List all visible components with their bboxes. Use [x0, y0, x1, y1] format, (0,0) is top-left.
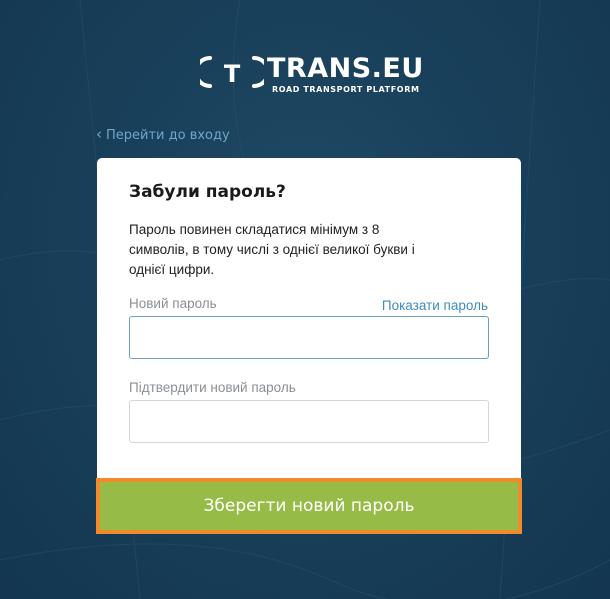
show-password-link[interactable]: Показати пароль: [382, 298, 488, 313]
password-requirements-text: Пароль повинен складатися мінімум з 8 си…: [129, 222, 415, 277]
chevron-left-icon: ‹: [96, 125, 102, 143]
logo-text: TRANS.EU: [267, 53, 424, 84]
back-to-login-link[interactable]: ‹ Перейти до входу: [96, 125, 230, 144]
save-new-password-button[interactable]: Зберегти новий пароль: [100, 482, 518, 530]
page-title: Забули пароль?: [129, 182, 286, 202]
confirm-password-label: Підтвердити новий пароль: [129, 380, 296, 395]
logo-tagline: ROAD TRANSPORT PLATFORM: [272, 85, 420, 94]
submit-button-highlight: Зберегти новий пароль: [96, 478, 522, 534]
confirm-password-input[interactable]: [129, 400, 489, 443]
logo-mark-icon: T: [200, 56, 264, 88]
new-password-label: Новий пароль: [129, 296, 217, 311]
back-to-login-label: Перейти до входу: [106, 128, 230, 143]
new-password-input[interactable]: [129, 316, 489, 359]
brand-logo: T TRANS.EU ROAD TRANSPORT PLATFORM: [200, 53, 423, 100]
logo-mark-letter: T: [224, 60, 241, 88]
reset-password-card: Забули пароль? Пароль повинен складатися…: [97, 158, 521, 478]
